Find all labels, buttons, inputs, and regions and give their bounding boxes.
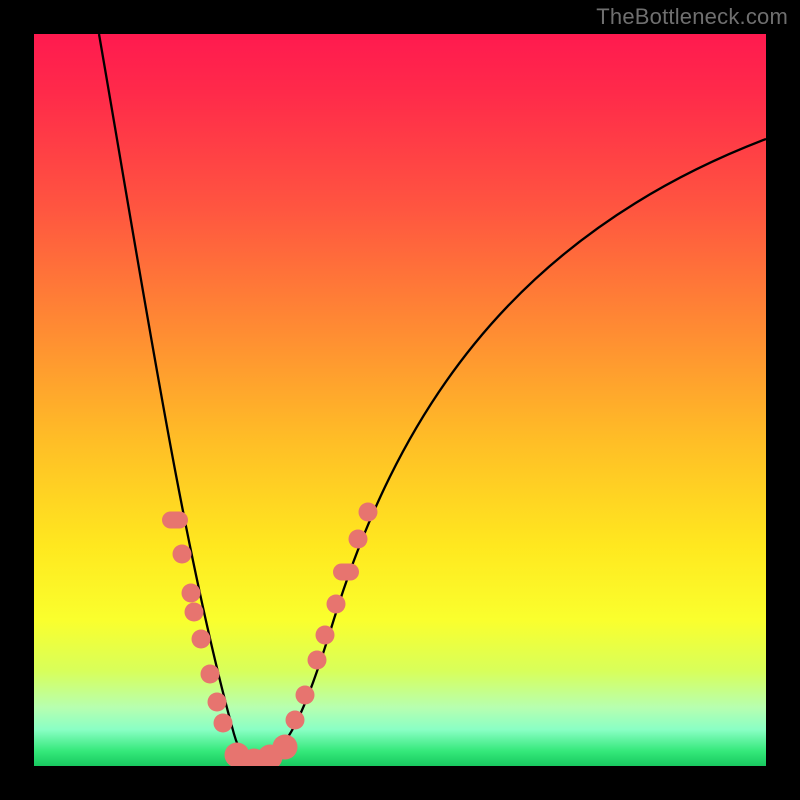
right-branch-dot [308,651,327,670]
right-branch-dot [359,503,378,522]
right-branch-dot [286,711,305,730]
left-branch-dot [208,693,227,712]
left-branch-dot [201,665,220,684]
left-branch-dot [173,545,192,564]
left-branch-dot [214,714,233,733]
left-branch-dot [192,630,211,649]
right-branch-dot [333,564,359,581]
chart-frame: TheBottleneck.com [0,0,800,800]
valley-dot [273,735,298,760]
right-curve [257,139,766,762]
right-branch-dot [296,686,315,705]
right-branch-dot [349,530,368,549]
left-branch-dot [182,584,201,603]
left-curve [99,34,256,762]
plot-area [34,34,766,766]
curves-layer [34,34,766,766]
right-branch-dot [316,626,335,645]
left-branch-dot [162,512,188,529]
left-branch-dot [185,603,204,622]
watermark-text: TheBottleneck.com [596,4,788,30]
right-branch-dot [327,595,346,614]
